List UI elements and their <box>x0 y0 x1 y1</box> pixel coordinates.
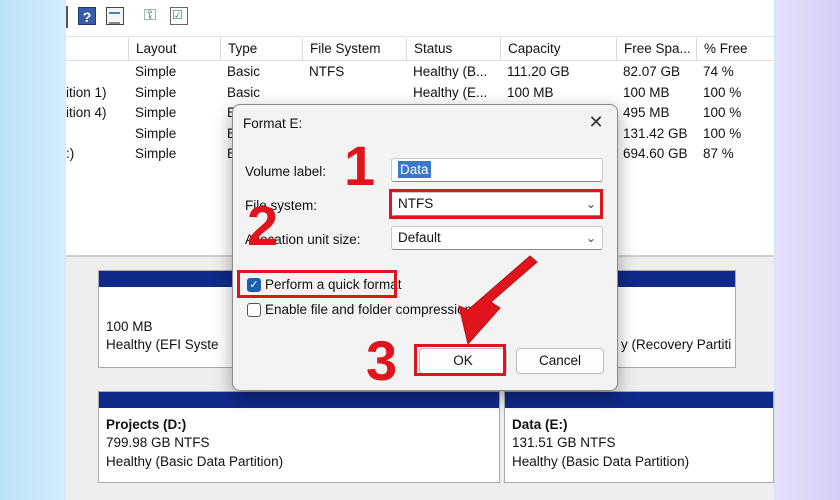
arrow-icon <box>458 255 538 346</box>
arrow-annotation <box>458 255 538 346</box>
